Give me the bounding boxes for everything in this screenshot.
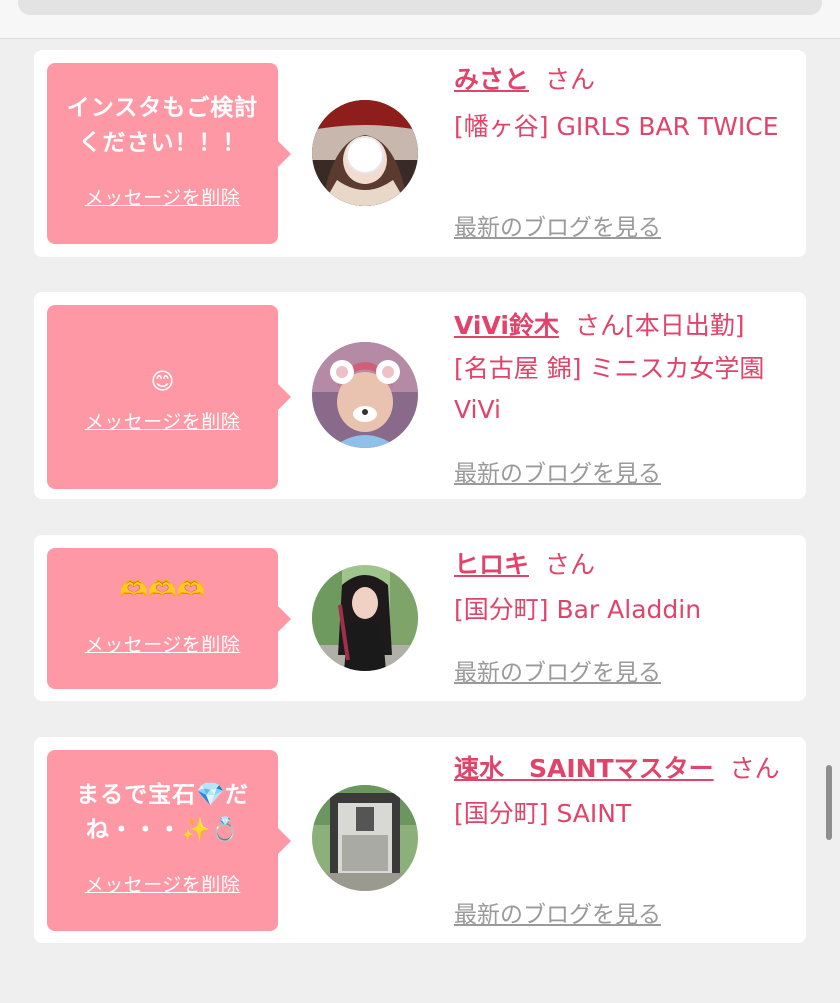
smile-emoji-icon: 😊 bbox=[150, 369, 175, 395]
sparkles-ring-emoji-icon: ✨💍 bbox=[181, 817, 240, 843]
avatar-photo-icon bbox=[312, 100, 418, 206]
profile-info: みさと さん [幡ヶ谷] GIRLS BAR TWICE bbox=[454, 60, 792, 147]
profile-name-link[interactable]: みさと bbox=[454, 65, 529, 94]
status-tag: [本日出勤] bbox=[624, 311, 745, 340]
search-bar-remnant[interactable] bbox=[18, 0, 822, 15]
profile-name-link[interactable]: 速水 SAINTマスター bbox=[454, 754, 714, 783]
heart-hands-emoji-icon: 🫶🫶🫶 bbox=[119, 577, 206, 603]
top-header-strip bbox=[0, 0, 840, 39]
profile-info: ヒロキ さん [国分町] Bar Aladdin bbox=[454, 545, 792, 630]
message-text: インスタもご検討ください！！！ bbox=[66, 95, 259, 156]
honorific: さん bbox=[545, 550, 596, 579]
profile-info: 速水 SAINTマスター さん [国分町] SAINT bbox=[454, 749, 792, 834]
avatar-photo-icon bbox=[312, 785, 418, 891]
delete-message-link[interactable]: メッセージを削除 bbox=[47, 183, 278, 210]
profile-name-link[interactable]: ViVi鈴木 bbox=[454, 311, 559, 340]
message-bubble: インスタもご検討ください！！！ メッセージを削除 bbox=[47, 63, 291, 244]
avatar[interactable] bbox=[312, 342, 418, 448]
latest-blog-link[interactable]: 最新のブログを見る bbox=[454, 454, 661, 488]
message-card-3: 🫶🫶🫶 メッセージを削除 ヒロキ さん [国分町] Bar Aladdin 最新の… bbox=[34, 535, 806, 701]
honorific: さん bbox=[574, 311, 625, 340]
avatar-photo-icon bbox=[312, 342, 418, 448]
message-bubble: 😊 メッセージを削除 bbox=[47, 305, 291, 489]
message-text-part: まるで宝石 bbox=[76, 782, 197, 808]
message-text: 🫶🫶🫶 bbox=[55, 573, 270, 608]
avatar[interactable] bbox=[312, 565, 418, 671]
name-line: みさと さん bbox=[454, 60, 792, 100]
avatar[interactable] bbox=[312, 785, 418, 891]
name-line: ヒロキ さん bbox=[454, 545, 792, 585]
honorific: さん bbox=[545, 65, 596, 94]
honorific: さん bbox=[729, 754, 780, 783]
scrollbar[interactable] bbox=[826, 765, 832, 840]
message-bubble: 🫶🫶🫶 メッセージを削除 bbox=[47, 548, 291, 689]
profile-name-link[interactable]: ヒロキ bbox=[454, 550, 529, 579]
message-card-4: まるで宝石💎だね・・・✨💍 メッセージを削除 速水 SAINTマスター さん [国… bbox=[34, 737, 806, 943]
message-text: まるで宝石💎だね・・・✨💍 bbox=[55, 778, 270, 848]
profile-info: ViVi鈴木 さん[本日出勤] [名古屋 錦] ミニスカ女学園ViVi bbox=[454, 306, 792, 430]
name-line: ViVi鈴木 さん[本日出勤] bbox=[454, 306, 792, 346]
message-text: 😊 bbox=[55, 365, 270, 400]
shop-name: [名古屋 錦] ミニスカ女学園ViVi bbox=[454, 354, 765, 424]
delete-message-link[interactable]: メッセージを削除 bbox=[47, 407, 278, 434]
latest-blog-link[interactable]: 最新のブログを見る bbox=[454, 208, 661, 242]
gem-emoji-icon: 💎 bbox=[196, 782, 225, 808]
avatar[interactable] bbox=[312, 100, 418, 206]
message-bubble: まるで宝石💎だね・・・✨💍 メッセージを削除 bbox=[47, 750, 291, 931]
latest-blog-link[interactable]: 最新のブログを見る bbox=[454, 653, 661, 687]
shop-name: [国分町] Bar Aladdin bbox=[454, 595, 702, 624]
latest-blog-link[interactable]: 最新のブログを見る bbox=[454, 895, 661, 929]
message-card-2: 😊 メッセージを削除 ViVi鈴木 さん[本日出勤] [名古屋 錦] ミニスカ女学… bbox=[34, 292, 806, 499]
message-card-1: インスタもご検討ください！！！ メッセージを削除 みさと さん [幡ヶ谷] GIR… bbox=[34, 50, 806, 257]
shop-name: [幡ヶ谷] GIRLS BAR TWICE bbox=[454, 112, 779, 141]
shop-name: [国分町] SAINT bbox=[454, 799, 632, 828]
delete-message-link[interactable]: メッセージを削除 bbox=[47, 870, 278, 897]
name-line: 速水 SAINTマスター さん bbox=[454, 749, 792, 789]
delete-message-link[interactable]: メッセージを削除 bbox=[47, 630, 278, 657]
avatar-photo-icon bbox=[312, 565, 418, 671]
